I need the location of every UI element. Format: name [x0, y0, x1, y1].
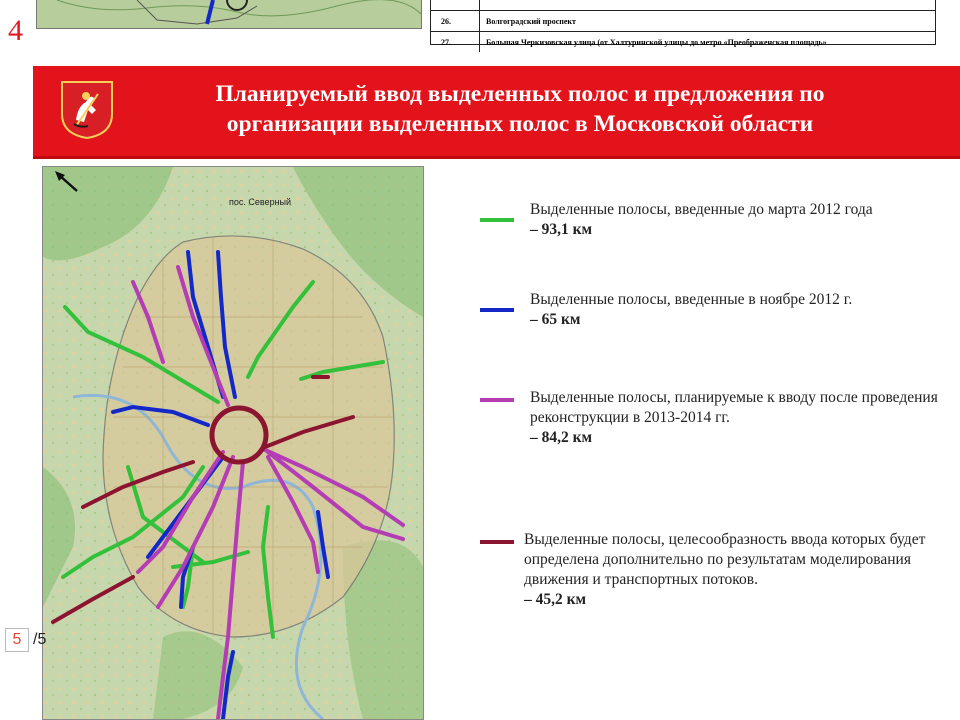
total-pages: /5	[33, 631, 47, 648]
moscow-coat-of-arms-icon	[60, 80, 114, 140]
previous-slide-table: 26. Волгоградский проспект 27. Большая Ч…	[430, 0, 936, 52]
moscow-map: пос. Северный	[42, 166, 424, 720]
map-place-label: пос. Северный	[229, 197, 291, 207]
legend-swatch	[480, 398, 514, 402]
legend-swatch	[480, 308, 514, 312]
legend-text: Выделенные полосы, введенные в ноябре 20…	[530, 291, 853, 308]
slide-pager: 5 /5	[5, 628, 46, 652]
legend-amount: – 84,2 км	[530, 429, 593, 446]
previous-page-number: 4	[8, 14, 23, 47]
table-row: 26. Волгоградский проспект	[431, 11, 935, 32]
legend-text: Выделенные полосы, введенные до марта 20…	[530, 201, 873, 218]
legend-amount: – 45,2 км	[524, 591, 587, 608]
table-row: 27. Большая Черкизовская улица (от Халту…	[431, 32, 935, 52]
header-divider	[33, 156, 960, 159]
current-page-input[interactable]: 5	[5, 628, 29, 652]
legend-amount: – 93,1 км	[530, 221, 593, 238]
page-title: Планируемый ввод выделенных полос и пред…	[120, 79, 920, 139]
legend-text: Выделенные полосы, целесообразность ввод…	[524, 531, 926, 588]
legend-swatch	[480, 540, 514, 544]
table-row	[431, 0, 935, 11]
title-line-1: Планируемый ввод выделенных полос и пред…	[215, 81, 825, 107]
title-line-2: организации выделенных полос в Московско…	[226, 111, 814, 137]
legend-text: Выделенные полосы, планируемые к вводу п…	[530, 389, 938, 426]
previous-slide-map-strip	[36, 0, 422, 29]
legend-amount: – 65 км	[530, 311, 581, 328]
legend-swatch	[480, 218, 514, 222]
